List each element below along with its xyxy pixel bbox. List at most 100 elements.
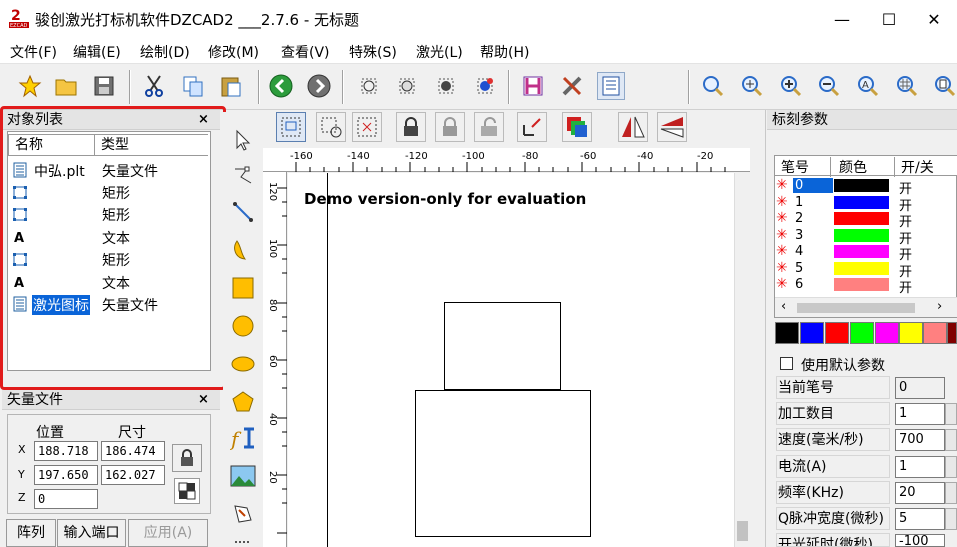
menu-special[interactable]: 特殊(S) — [349, 42, 397, 62]
canvas-rectangle-top[interactable] — [444, 302, 561, 390]
pen-row[interactable]: ✳ 2 开 — [776, 210, 948, 230]
color-col-header[interactable]: 颜色 — [839, 157, 895, 177]
line-icon[interactable] — [227, 196, 259, 228]
speed-field[interactable]: 700 — [895, 429, 945, 451]
forward-arrow-icon[interactable] — [305, 72, 333, 100]
zoom-grid-icon[interactable] — [893, 72, 921, 100]
unlock-object-icon[interactable] — [435, 112, 465, 142]
zoom-out-icon[interactable] — [815, 72, 843, 100]
node-color-icon[interactable] — [471, 72, 499, 100]
menu-help[interactable]: 帮助(H) — [480, 42, 529, 62]
scroll-right-icon[interactable]: › — [937, 299, 942, 314]
array-button[interactable]: 阵列 — [6, 519, 56, 547]
apply-button[interactable]: 应用(A) — [128, 519, 208, 547]
scrollbar-thumb[interactable] — [737, 521, 748, 541]
y-position-field[interactable]: 197.650 — [34, 465, 98, 485]
node-edit-icon[interactable] — [355, 72, 383, 100]
curve-icon[interactable] — [227, 160, 259, 192]
tools-icon[interactable] — [558, 72, 586, 100]
polygon-tool-icon[interactable] — [227, 386, 259, 418]
paste-icon[interactable] — [217, 72, 245, 100]
text-tool-icon[interactable]: f — [227, 422, 259, 454]
new-file-icon[interactable] — [16, 72, 44, 100]
canvas-rectangle-bottom[interactable] — [415, 390, 591, 537]
menu-view[interactable]: 查看(V) — [281, 42, 330, 62]
x-size-field[interactable]: 186.474 — [101, 441, 165, 461]
scroll-left-icon[interactable]: ‹ — [781, 299, 786, 314]
lock-ratio-button[interactable] — [172, 444, 202, 472]
zoom-all-icon[interactable]: A — [854, 72, 882, 100]
frequency-spinner[interactable] — [945, 482, 957, 504]
cut-icon[interactable] — [140, 72, 168, 100]
set-origin-icon[interactable] — [517, 112, 547, 142]
pen-row[interactable]: ✳ 0 开 — [776, 177, 948, 197]
object-list-toggle-icon[interactable] — [597, 72, 625, 100]
q-pulse-width-spinner[interactable] — [945, 508, 957, 530]
palette-color[interactable] — [850, 322, 874, 344]
palette-color[interactable] — [947, 322, 957, 344]
frequency-field[interactable]: 20 — [895, 482, 945, 504]
rotate-select-icon[interactable] — [316, 112, 346, 142]
back-arrow-icon[interactable] — [267, 72, 295, 100]
pen-row[interactable]: ✳ 4 开 — [776, 243, 948, 263]
save-icon[interactable] — [90, 72, 118, 100]
menu-draw[interactable]: 绘制(D) — [140, 42, 190, 62]
palette-color[interactable] — [775, 322, 799, 344]
zoom-fit-icon[interactable] — [738, 72, 766, 100]
copy-icon[interactable] — [179, 72, 207, 100]
layer-color-icon[interactable] — [562, 112, 592, 142]
x-position-field[interactable]: 188.718 — [34, 441, 98, 461]
onoff-col-header[interactable]: 开/关 — [901, 157, 934, 177]
scrollbar-thumb[interactable] — [797, 303, 915, 313]
mirror-vertical-icon[interactable] — [657, 112, 687, 142]
menu-file[interactable]: 文件(F) — [10, 42, 57, 62]
zoom-in-icon[interactable] — [777, 72, 805, 100]
anchor-grid-button[interactable] — [174, 478, 200, 504]
vector-import-icon[interactable] — [227, 498, 259, 530]
pen-row[interactable]: ✳ 3 开 — [776, 227, 948, 247]
mark-count-spinner[interactable] — [945, 403, 957, 425]
arc-icon[interactable] — [227, 234, 259, 266]
minimize-button[interactable]: — — [819, 0, 865, 38]
current-field[interactable]: 1 — [895, 456, 945, 478]
unlock-all-icon[interactable] — [474, 112, 504, 142]
palette-color[interactable] — [800, 322, 824, 344]
speed-spinner[interactable] — [945, 429, 957, 451]
rectangle-tool-icon[interactable] — [227, 272, 259, 304]
palette-color[interactable] — [899, 322, 923, 344]
menu-modify[interactable]: 修改(M) — [208, 42, 259, 62]
zoom-icon[interactable] — [699, 72, 727, 100]
node-select-icon[interactable] — [393, 72, 421, 100]
laser-on-delay-field[interactable]: -100 — [895, 534, 945, 547]
z-position-field[interactable]: 0 — [34, 489, 98, 509]
mark-count-field[interactable]: 1 — [895, 403, 945, 425]
select-arrow-icon[interactable] — [227, 124, 259, 156]
menu-laser[interactable]: 激光(L) — [416, 42, 463, 62]
palette-color[interactable] — [875, 322, 899, 344]
use-default-checkbox[interactable] — [780, 357, 793, 370]
lock-object-icon[interactable] — [396, 112, 426, 142]
circle-tool-icon[interactable] — [227, 310, 259, 342]
ellipse-tool-icon[interactable] — [227, 348, 259, 380]
palette-color[interactable] — [923, 322, 947, 344]
close-button[interactable]: ✕ — [911, 0, 957, 38]
node-move-icon[interactable] — [432, 72, 460, 100]
mirror-horizontal-icon[interactable] — [618, 112, 648, 142]
input-port-button[interactable]: 输入端口 — [57, 519, 126, 547]
pen-row[interactable]: ✳ 1 开 — [776, 194, 948, 214]
open-folder-icon[interactable] — [52, 72, 80, 100]
q-pulse-width-field[interactable]: 5 — [895, 508, 945, 530]
menu-edit[interactable]: 编辑(E) — [73, 42, 121, 62]
hatch-icon[interactable] — [519, 72, 547, 100]
canvas-vertical-scrollbar[interactable] — [734, 173, 751, 547]
maximize-button[interactable]: ☐ — [866, 0, 912, 38]
pen-list-scrollbar[interactable]: ‹ › — [775, 297, 957, 317]
properties-close-button[interactable]: × — [198, 390, 209, 410]
pen-row[interactable]: ✳ 6 开 — [776, 276, 948, 296]
current-spinner[interactable] — [945, 456, 957, 478]
box-select-icon[interactable] — [352, 112, 382, 142]
pen-row[interactable]: ✳ 5 开 — [776, 260, 948, 280]
palette-color[interactable] — [825, 322, 849, 344]
pen-col-header[interactable]: 笔号 — [781, 157, 831, 177]
image-tool-icon[interactable] — [227, 460, 259, 492]
